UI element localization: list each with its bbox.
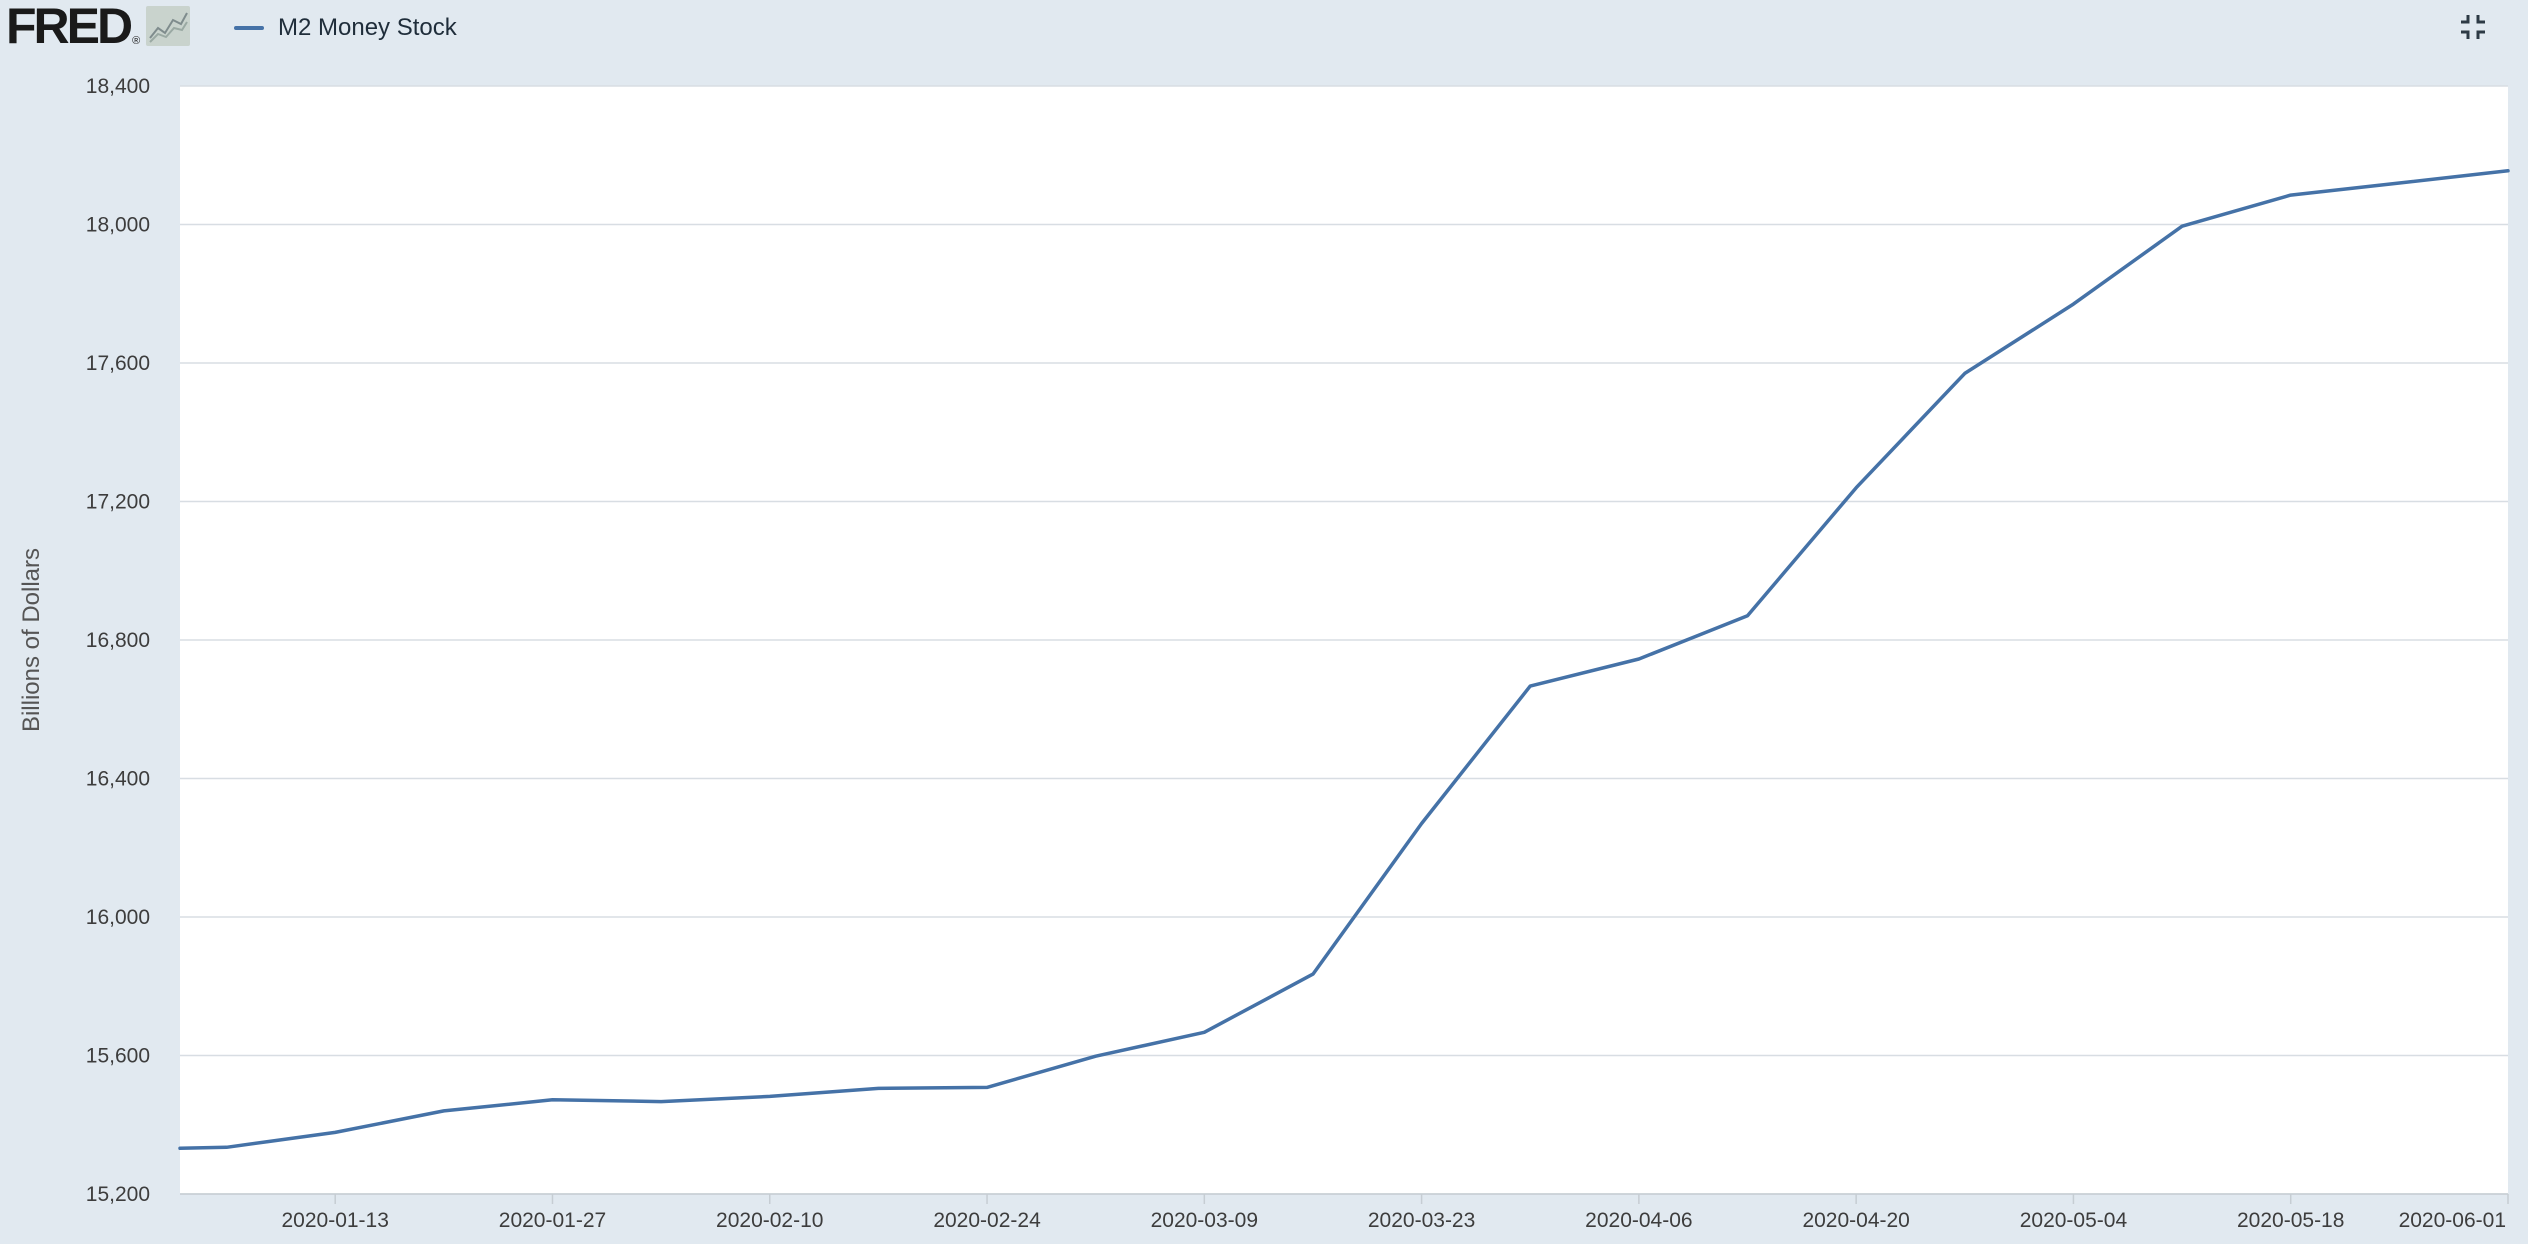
data-point[interactable] [1199, 1027, 1209, 1037]
y-tick-label: 16,400 [86, 768, 150, 791]
data-point[interactable] [547, 1095, 557, 1105]
data-point[interactable] [1525, 681, 1535, 691]
x-tick-label: 2020-03-23 [1368, 1209, 1475, 1232]
line-chart: 15,200 15,600 16,000 16,400 16,800 17,200 17,6… [86, 75, 2513, 1232]
data-point[interactable] [2068, 299, 2078, 309]
x-tick-label: 2020-04-06 [1585, 1209, 1692, 1232]
x-tick-label: 2020-05-04 [2020, 1209, 2128, 1232]
data-point[interactable] [2177, 221, 2187, 231]
data-point[interactable] [873, 1083, 883, 1093]
data-point[interactable] [1634, 654, 1644, 664]
x-tick-label: 2020-03-09 [1151, 1209, 1258, 1232]
data-point[interactable] [2394, 178, 2404, 188]
x-tick-label: 2020-02-10 [716, 1209, 823, 1232]
x-tick-label: 2020-01-13 [281, 1209, 388, 1232]
y-tick-label: 16,800 [86, 629, 150, 652]
y-tick-label: 15,600 [86, 1045, 150, 1068]
data-point[interactable] [1743, 611, 1753, 621]
y-tick-label: 17,200 [86, 491, 150, 514]
x-tick-label: 2020-05-18 [2237, 1209, 2344, 1232]
data-point[interactable] [1417, 819, 1427, 829]
fred-graph-page: FRED ® M2 Money Stock Billions of Dollar… [0, 0, 2528, 1244]
data-point[interactable] [656, 1097, 666, 1107]
data-point[interactable] [222, 1142, 232, 1152]
data-point[interactable] [765, 1091, 775, 1101]
data-point[interactable] [330, 1127, 340, 1137]
y-tick-label: 17,600 [86, 352, 150, 375]
y-tick-label: 16,000 [86, 906, 150, 929]
x-tick-label: 2020-04-20 [1802, 1209, 1909, 1232]
y-tick-label: 18,400 [86, 75, 150, 98]
y-tick-label: 15,200 [86, 1183, 150, 1206]
y-axis-ticks: 15,200 15,600 16,000 16,400 16,800 17,200 17,6… [86, 75, 150, 1206]
data-point[interactable] [2286, 190, 2296, 200]
data-point[interactable] [1960, 368, 1970, 378]
x-tick-label: 2020-06-01 [2399, 1209, 2506, 1232]
x-axis-ticks: 2020-01-13 2020-01-27 2020-02-10 2020-02-24… [180, 1193, 2509, 1232]
data-point[interactable] [1091, 1051, 1101, 1061]
data-point[interactable] [982, 1082, 992, 1092]
data-point[interactable] [175, 1143, 185, 1153]
x-tick-label: 2020-02-24 [933, 1209, 1041, 1232]
x-tick-label: 2020-01-27 [499, 1209, 606, 1232]
data-point[interactable] [1851, 483, 1861, 493]
data-point[interactable] [1308, 969, 1318, 979]
data-point[interactable] [439, 1106, 449, 1116]
data-point[interactable] [2503, 166, 2513, 176]
y-tick-label: 18,000 [86, 214, 150, 237]
